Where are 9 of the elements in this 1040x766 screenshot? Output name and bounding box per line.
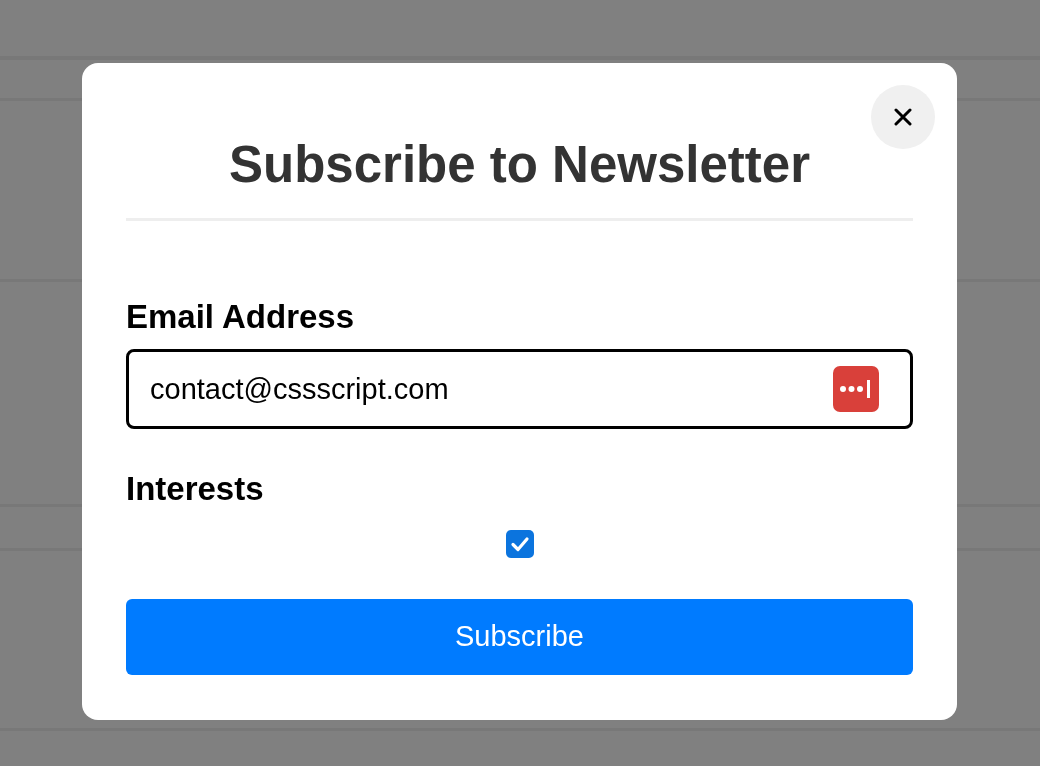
- subscribe-button[interactable]: Subscribe: [126, 599, 913, 675]
- password-manager-icon[interactable]: [833, 366, 879, 412]
- email-field[interactable]: contact@cssscript.com: [126, 349, 913, 429]
- field-label: Interests: [126, 469, 265, 509]
- checkbox[interactable]: [505, 530, 534, 558]
- checkmark-icon: [509, 534, 530, 554]
- close-icon: [894, 108, 912, 126]
- field-label: Email Address: [126, 297, 356, 337]
- modal-title: Subscribe to Newsletter: [228, 137, 811, 193]
